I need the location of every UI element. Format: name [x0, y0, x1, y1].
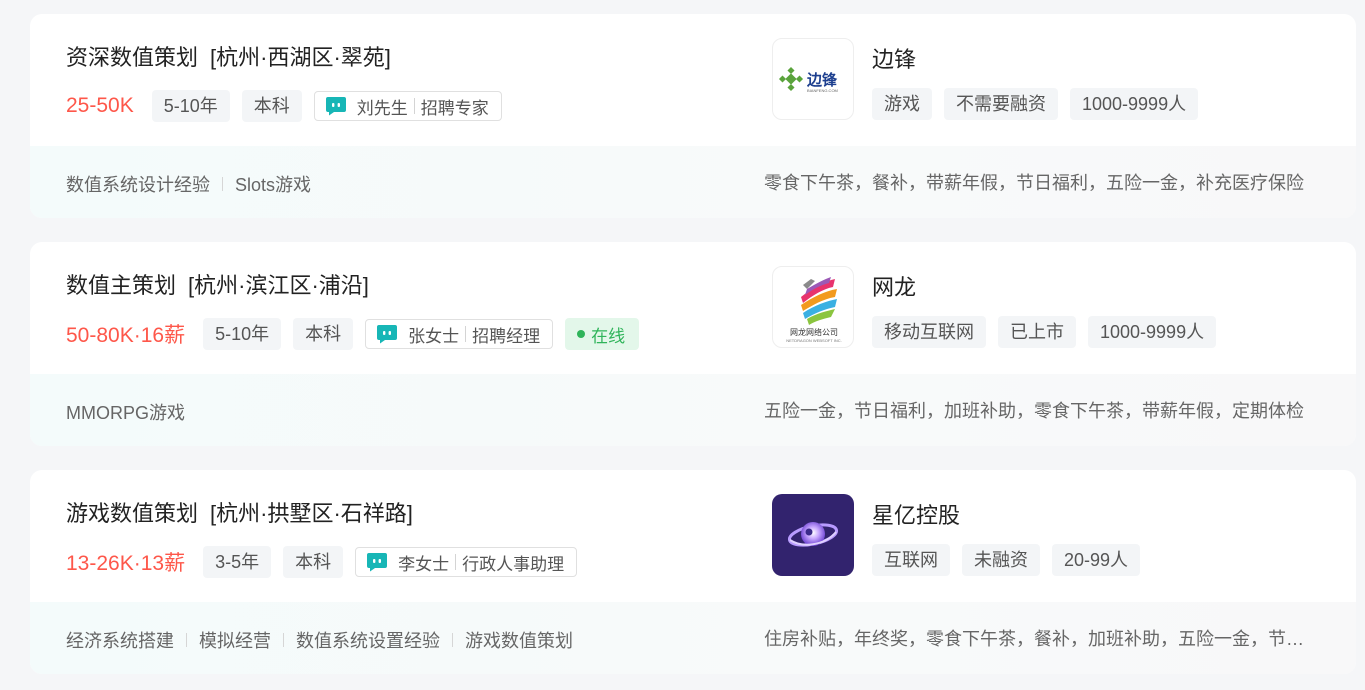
company-logo[interactable]: [772, 494, 854, 576]
education-tag: 本科: [283, 546, 344, 578]
skill-tags: 经济系统搭建 模拟经营 数值系统设置经验 游戏数值策划: [66, 627, 573, 653]
netdragon-logo: 网龙网络公司 NETDRAGON WEBSOFT INC.: [786, 277, 842, 343]
company-funding-tag: 未融资: [962, 544, 1040, 576]
skill-tags: 数值系统设计经验 Slots游戏: [66, 171, 311, 197]
company-funding-tag: 已上市: [998, 316, 1076, 348]
job-card[interactable]: 数值主策划 [杭州·滨江区·浦沿] 50-80K·16薪 5-10年 本科 张女士…: [30, 242, 1356, 446]
chat-icon: [325, 97, 346, 116]
divider: [455, 554, 457, 570]
company-logo[interactable]: 网龙网络公司 NETDRAGON WEBSOFT INC.: [772, 266, 854, 348]
svg-text:网龙网络公司: 网龙网络公司: [790, 327, 838, 337]
recruiter-name: 李女士: [398, 554, 450, 574]
skill-tag: 游戏数值策划: [465, 631, 573, 651]
recruiter-name: 刘先生: [356, 98, 408, 118]
job-card[interactable]: 资深数值策划 [杭州·西湖区·翠苑] 25-50K 5-10年 本科 刘先生 招聘专…: [30, 14, 1356, 218]
company-industry-tag: 游戏: [872, 88, 932, 120]
recruiter-chat-button[interactable]: 李女士 行政人事助理: [355, 547, 578, 577]
divider: [413, 98, 415, 114]
job-location: [杭州·滨江区·浦沿]: [188, 273, 369, 298]
divider: [452, 633, 453, 647]
divider: [186, 633, 187, 647]
skill-tags: MMORPG游戏: [66, 399, 185, 425]
job-meta: 25-50K 5-10年 本科 刘先生 招聘专家: [66, 90, 514, 122]
company-industry-tag: 互联网: [872, 544, 950, 576]
svg-text:BIANFENG.COM: BIANFENG.COM: [807, 88, 838, 93]
recruiter-role: 行政人事助理: [462, 554, 565, 574]
job-location: [杭州·拱墅区·石祥路]: [210, 501, 413, 526]
job-meta: 13-26K·13薪 3-5年 本科 李女士 行政人事助理: [66, 546, 589, 578]
chat-icon: [377, 325, 398, 344]
salary: 50-80K·16薪: [66, 324, 186, 347]
company-size-tag: 1000-9999人: [1070, 88, 1199, 120]
job-card-footer: 经济系统搭建 模拟经营 数值系统设置经验 游戏数值策划 住房补贴，年终奖，零食下午茶，…: [30, 602, 1356, 674]
job-title-text: 数值主策划: [66, 273, 177, 298]
benefits: 五险一金，节日福利，加班补助，零食下午茶，带薪年假，定期体检: [764, 401, 1304, 421]
job-card-footer: MMORPG游戏 五险一金，节日福利，加班补助，零食下午茶，带薪年假，定期体检: [30, 374, 1356, 446]
education-tag: 本科: [293, 318, 354, 350]
experience-tag: 5-10年: [151, 90, 230, 122]
company-tags: 移动互联网 已上市 1000-9999人: [872, 316, 1228, 348]
svg-text:边锋: 边锋: [806, 71, 838, 89]
recruiter-chat-button[interactable]: 张女士 招聘经理: [365, 319, 554, 349]
job-card-header: 游戏数值策划 [杭州·拱墅区·石祥路] 13-26K·13薪 3-5年 本科 李女…: [30, 470, 1356, 602]
job-card-header: 资深数值策划 [杭州·西湖区·翠苑] 25-50K 5-10年 本科 刘先生 招聘专…: [30, 14, 1356, 146]
divider: [465, 326, 467, 342]
skill-tag: 数值系统设置经验: [296, 631, 440, 651]
salary: 25-50K: [66, 94, 134, 117]
experience-tag: 3-5年: [203, 546, 272, 578]
job-card-footer: 数值系统设计经验 Slots游戏 零食下午茶，餐补，带薪年假，节日福利，五险一金，…: [30, 146, 1356, 218]
job-location: [杭州·西湖区·翠苑]: [210, 45, 391, 70]
salary: 13-26K·13薪: [66, 552, 186, 575]
recruiter-name: 张女士: [408, 326, 460, 346]
recruiter-role: 招聘专家: [420, 98, 489, 118]
online-status-badge: 在线: [565, 318, 640, 350]
divider: [283, 633, 284, 647]
experience-tag: 5-10年: [203, 318, 282, 350]
bianfeng-logo: 边锋 BIANFENG.COM: [778, 66, 838, 93]
company-size-tag: 20-99人: [1052, 544, 1141, 576]
company-name[interactable]: 网龙: [872, 270, 916, 302]
company-size-tag: 1000-9999人: [1088, 316, 1217, 348]
skill-tag: Slots游戏: [235, 175, 312, 195]
skill-tag: MMORPG游戏: [66, 403, 185, 423]
online-status-text: 在线: [591, 326, 626, 346]
job-title-text: 游戏数值策划: [66, 501, 199, 526]
skill-tag: 经济系统搭建: [66, 631, 174, 651]
company-name[interactable]: 星亿控股: [872, 498, 960, 530]
job-title[interactable]: 资深数值策划 [杭州·西湖区·翠苑]: [66, 40, 391, 72]
benefits: 住房补贴，年终奖，零食下午茶，餐补，加班补助，五险一金，节日福利: [764, 629, 1304, 649]
company-tags: 互联网 未融资 20-99人: [872, 544, 1152, 576]
job-title[interactable]: 数值主策划 [杭州·滨江区·浦沿]: [66, 268, 369, 300]
recruiter-chat-button[interactable]: 刘先生 招聘专家: [313, 91, 502, 121]
company-logo[interactable]: 边锋 BIANFENG.COM: [772, 38, 854, 120]
svg-text:NETDRAGON WEBSOFT INC.: NETDRAGON WEBSOFT INC.: [786, 338, 841, 343]
benefits: 零食下午茶，餐补，带薪年假，节日福利，五险一金，补充医疗保险: [764, 173, 1304, 193]
education-tag: 本科: [241, 90, 302, 122]
job-card[interactable]: 游戏数值策划 [杭州·拱墅区·石祥路] 13-26K·13薪 3-5年 本科 李女…: [30, 470, 1356, 674]
job-meta: 50-80K·16薪 5-10年 本科 张女士 招聘经理 在线: [66, 318, 640, 350]
company-name[interactable]: 边锋: [872, 42, 916, 74]
job-title-text: 资深数值策划: [66, 45, 199, 70]
job-title[interactable]: 游戏数值策划 [杭州·拱墅区·石祥路]: [66, 496, 413, 528]
job-list: 资深数值策划 [杭州·西湖区·翠苑] 25-50K 5-10年 本科 刘先生 招聘专…: [30, 14, 1356, 690]
skill-tag: 数值系统设计经验: [66, 175, 210, 195]
company-tags: 游戏 不需要融资 1000-9999人: [872, 88, 1210, 120]
company-industry-tag: 移动互联网: [872, 316, 986, 348]
online-dot-icon: [577, 330, 586, 338]
recruiter-role: 招聘经理: [472, 326, 541, 346]
xingyi-logo: [787, 522, 839, 547]
chat-icon: [367, 553, 388, 572]
divider: [222, 177, 223, 191]
skill-tag: 模拟经营: [199, 631, 271, 651]
company-funding-tag: 不需要融资: [944, 88, 1058, 120]
job-card-header: 数值主策划 [杭州·滨江区·浦沿] 50-80K·16薪 5-10年 本科 张女士…: [30, 242, 1356, 374]
